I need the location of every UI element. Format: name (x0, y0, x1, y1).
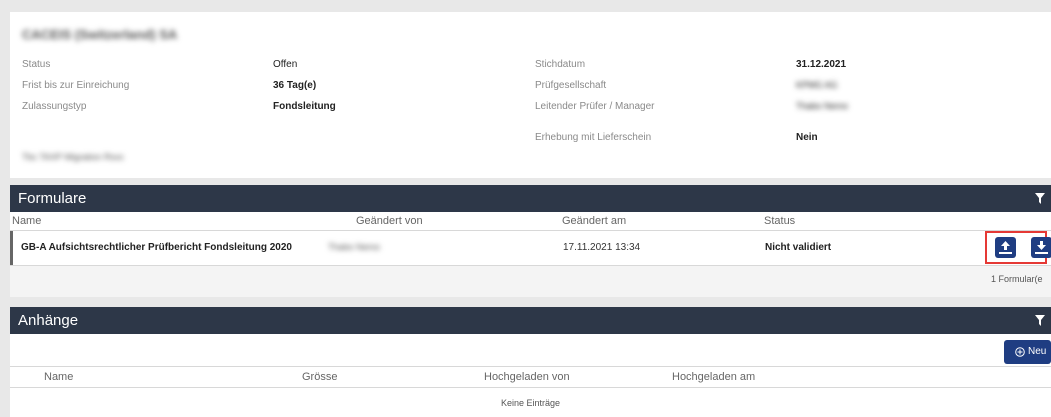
col-uploaded-at[interactable]: Hochgeladen am (672, 371, 755, 383)
forms-count: 1 Formular(e (991, 274, 1043, 284)
new-attachment-button[interactable]: Neu (1004, 340, 1051, 364)
col-name[interactable]: Name (12, 215, 41, 227)
status-value: Offen (273, 59, 298, 70)
divider (10, 387, 1051, 388)
reference-date-value: 31.12.2021 (796, 59, 847, 70)
status-label: Status (22, 59, 51, 70)
col-attachment-name[interactable]: Name (44, 371, 73, 383)
col-status[interactable]: Status (764, 215, 795, 227)
deadline-label: Frist bis zur Einreichung (22, 80, 130, 91)
filter-icon[interactable] (1035, 193, 1045, 204)
type-label: Zulassungstyp (22, 101, 87, 112)
forms-header: Formulare (10, 185, 1051, 212)
download-icon (1035, 241, 1048, 254)
filter-icon[interactable] (1035, 315, 1045, 326)
info-card: CACEIS (Switzerland) SA Status Offen Fri… (10, 12, 1051, 178)
forms-column-header-row: Name Geändert von Geändert am Status (10, 212, 1051, 230)
forms-title: Formulare (18, 190, 87, 207)
company-name: CACEIS (Switzerland) SA (22, 27, 178, 42)
empty-state: Keine Einträge (500, 398, 561, 408)
manager-value: Thabo Nemo (796, 101, 849, 111)
attachments-title: Anhänge (18, 312, 79, 329)
footer-note: Tbc TAXP Migration Rsvc (22, 152, 125, 162)
audit-firm-label: Prüfgesellschaft (535, 80, 607, 91)
col-uploaded-by[interactable]: Hochgeladen von (484, 371, 570, 383)
deadline-value: 36 Tag(e) (273, 80, 317, 91)
manager-label: Leitender Prüfer / Manager (535, 101, 655, 112)
download-button[interactable] (1031, 237, 1051, 258)
forms-table: Name Geändert von Geändert am Status GB-… (10, 212, 1051, 297)
delivery-note-value: Nein (796, 132, 818, 143)
audit-firm-value: KPMG AG (796, 80, 838, 90)
col-changed-at[interactable]: Geändert am (562, 215, 626, 227)
table-row[interactable]: GB-A Aufsichtsrechtlicher Prüfbericht Fo… (10, 231, 1051, 265)
new-attachment-label: Neu (1028, 346, 1047, 357)
delivery-note-label: Erhebung mit Lieferschein (535, 132, 652, 143)
attachments-header: Anhänge (10, 307, 1051, 334)
form-status: Nicht validiert (765, 242, 832, 253)
plus-circle-icon (1015, 347, 1025, 357)
upload-button[interactable] (995, 237, 1016, 258)
attachments-table: Neu Name Grösse Hochgeladen von Hochgela… (10, 334, 1051, 417)
divider (10, 265, 1051, 266)
reference-date-label: Stichdatum (535, 59, 586, 70)
form-changed-by: Thabo Nemo (328, 242, 381, 252)
type-value: Fondsleitung (273, 101, 336, 112)
col-attachment-size[interactable]: Grösse (302, 371, 337, 383)
upload-icon (999, 241, 1012, 254)
divider (10, 366, 1051, 367)
form-changed-at: 17.11.2021 13:34 (563, 242, 641, 253)
col-changed-by[interactable]: Geändert von (356, 215, 423, 227)
form-name[interactable]: GB-A Aufsichtsrechtlicher Prüfbericht Fo… (21, 242, 292, 253)
